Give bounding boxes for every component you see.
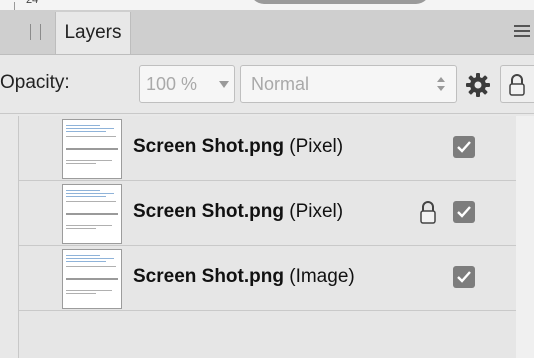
tab-layers[interactable]: Layers [55,12,131,54]
panel-scroll-track[interactable] [516,116,534,358]
visibility-checkbox[interactable] [453,201,475,223]
stepper-arrows-icon[interactable] [436,75,446,93]
layer-file-name: Screen Shot.png [133,201,284,222]
checkbox-check-icon [457,141,471,153]
opacity-value: 100 % [146,74,198,94]
checkbox-check-icon [457,271,471,283]
layer-file-name: Screen Shot.png [133,136,284,157]
hamburger-menu-icon[interactable] [514,24,530,38]
gear-icon[interactable] [465,72,491,98]
lock-button[interactable] [500,65,534,103]
layer-type: (Pixel) [289,136,344,157]
canvas-edge-shape [250,0,430,4]
blend-mode-value: Normal [251,74,310,94]
layer-name: Screen Shot.png (Pixel) [133,201,343,223]
opacity-field[interactable]: 100 % [139,65,235,103]
layer-thumbnail [62,249,122,309]
layer-name: Screen Shot.png (Pixel) [133,136,343,158]
layer-type: (Image) [289,266,355,287]
visibility-checkbox[interactable] [453,266,475,288]
opacity-label: Opacity: [0,72,70,93]
drag-handle-icon[interactable] [30,24,41,40]
canvas-edge-text: 24 [26,0,39,6]
checkbox-check-icon [457,206,471,218]
layer-row[interactable]: Screen Shot.png (Pixel) [19,116,517,181]
canvas-edge-line [14,2,21,10]
layer-thumbnail [62,119,122,179]
panel-tab-bar: Layers [0,10,534,55]
layer-thumbnail [62,184,122,244]
layer-row[interactable]: Screen Shot.png (Image) [19,246,517,311]
layers-list: Screen Shot.png (Pixel) Screen Shot.png … [18,116,517,358]
layer-file-name: Screen Shot.png [133,266,284,287]
padlock-icon [509,74,525,96]
padlock-icon[interactable] [419,200,437,229]
layer-name: Screen Shot.png (Image) [133,266,355,288]
layer-type: (Pixel) [289,201,344,222]
chevron-down-icon[interactable] [219,81,229,88]
visibility-checkbox[interactable] [453,136,475,158]
layer-options-bar: Opacity: 100 % Normal [0,55,534,114]
layer-row[interactable]: Screen Shot.png (Pixel) [19,181,517,246]
blend-mode-select[interactable]: Normal [240,65,457,103]
